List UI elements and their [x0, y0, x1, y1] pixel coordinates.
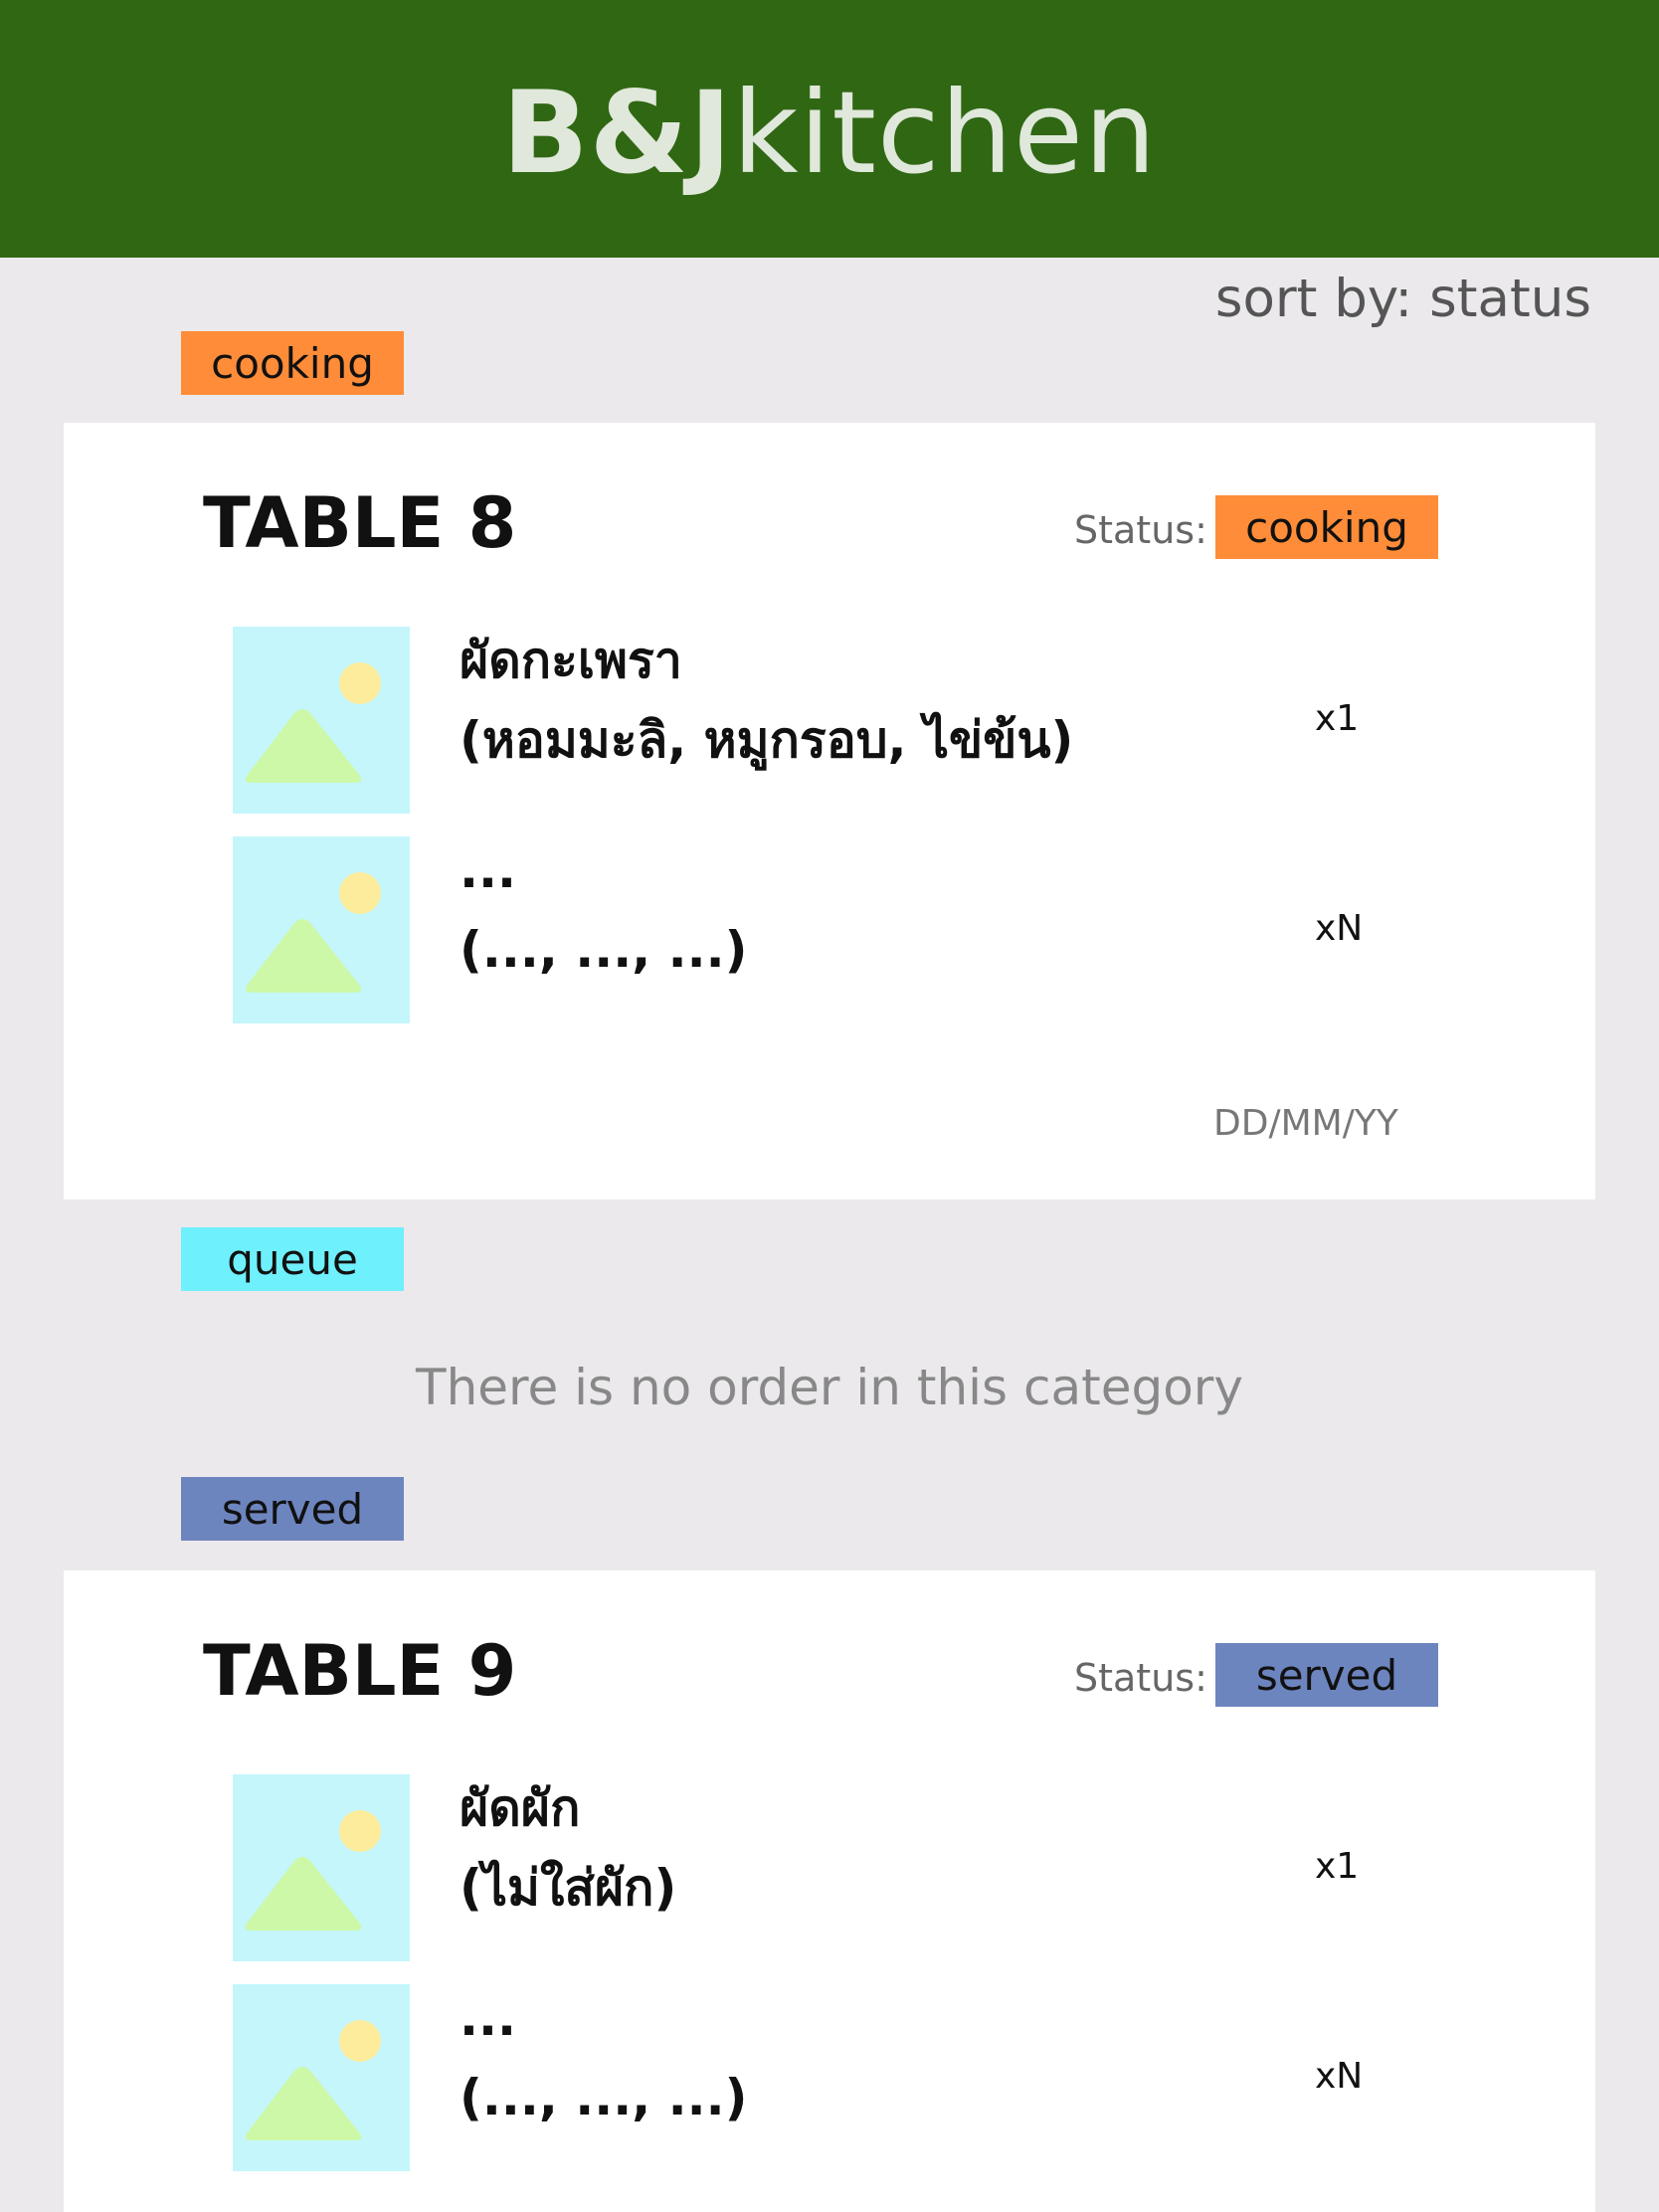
- image-placeholder-icon: [233, 1984, 410, 2171]
- item-options: (..., ..., ...): [460, 2069, 748, 2126]
- empty-category-message: There is no order in this category: [416, 1359, 1243, 1416]
- item-name: ผัดกะเพรา: [460, 632, 682, 689]
- section-tag-cooking: cooking: [181, 331, 404, 395]
- order-table-title: TABLE 8: [203, 482, 517, 564]
- item-quantity: x1: [1315, 698, 1360, 739]
- status-label: Status:: [1074, 508, 1207, 552]
- item-options: (..., ..., ...): [460, 921, 748, 979]
- item-options: (หอมมะลิ, หมูกรอบ, ไข่ข้น): [460, 711, 1074, 769]
- order-table-title: TABLE 9: [203, 1630, 517, 1712]
- app-header: B&Jkitchen: [0, 0, 1659, 258]
- item-name: ...: [460, 841, 516, 899]
- brand-logo: B&Jkitchen: [502, 76, 1157, 190]
- order-item: ผัดผัก (ไม่ใส่ผัก) x1: [233, 1774, 1516, 1961]
- status-badge[interactable]: served: [1215, 1643, 1438, 1707]
- status-badge[interactable]: cooking: [1215, 495, 1438, 559]
- order-card-table-8[interactable]: TABLE 8 Status: cooking ผัดกะเพรา (หอมมะ…: [64, 423, 1595, 1199]
- brand-name-bold: B&J: [501, 66, 733, 199]
- order-item: ผัดกะเพรา (หอมมะลิ, หมูกรอบ, ไข่ข้น) x1: [233, 627, 1516, 814]
- image-placeholder-icon: [233, 1774, 410, 1961]
- order-card-table-9[interactable]: TABLE 9 Status: served ผัดผัก (ไม่ใส่ผัก…: [64, 1570, 1595, 2212]
- item-quantity: xN: [1315, 908, 1364, 949]
- sort-by-control[interactable]: sort by: status: [1215, 269, 1591, 329]
- section-tag-served: served: [181, 1477, 404, 1541]
- image-placeholder-icon: [233, 627, 410, 814]
- item-quantity: x1: [1315, 1846, 1360, 1887]
- brand-name-light: kitchen: [732, 66, 1158, 199]
- status-label: Status:: [1074, 1656, 1207, 1700]
- section-tag-queue: queue: [181, 1227, 404, 1291]
- order-item: ... (..., ..., ...) xN: [233, 1984, 1516, 2171]
- item-options: (ไม่ใส่ผัก): [460, 1859, 677, 1917]
- order-date: DD/MM/YY: [1213, 1103, 1398, 1144]
- image-placeholder-icon: [233, 836, 410, 1023]
- item-name: ผัดผัก: [460, 1779, 581, 1837]
- order-item: ... (..., ..., ...) xN: [233, 836, 1516, 1023]
- item-quantity: xN: [1315, 2056, 1364, 2097]
- item-name: ...: [460, 1989, 516, 2047]
